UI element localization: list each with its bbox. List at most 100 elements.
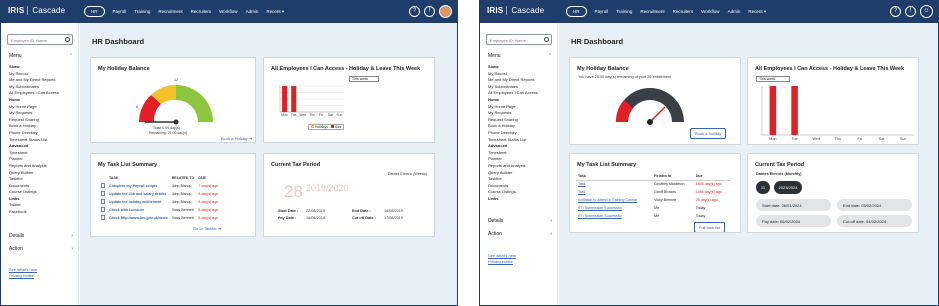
privacy-link[interactable]: Privacy notice (488, 259, 513, 265)
sidebar-item-phone-directory[interactable]: Phone Directory (9, 130, 75, 137)
sidebar-item-planner[interactable]: Planner (9, 156, 75, 163)
book-holiday-button[interactable]: Book a holiday (690, 128, 727, 139)
sidebar-item-course-listings[interactable]: Course Listings (488, 189, 554, 196)
nav-payroll[interactable]: Payroll (595, 9, 609, 14)
task-name[interactable]: Check http://www.bm.gov.uk/news (107, 214, 170, 222)
search-icon[interactable] (65, 37, 70, 42)
table-row[interactable]: RTI Submission Successful Me Today (576, 212, 730, 220)
task-name[interactable]: Complete my Payroll scripts (107, 182, 170, 190)
nav-recent[interactable]: Recent ▾ (748, 9, 766, 15)
tax-period-card: Current Tax Period Dantes Electric (Mont… (747, 153, 919, 233)
search-input[interactable]: Employee ID, Name (7, 34, 73, 45)
nav-hr[interactable]: HR (84, 6, 105, 17)
sidebar-item-my-record[interactable]: My Record (9, 71, 75, 78)
table-row[interactable]: Update the holiday entitlement John Bisho… (99, 198, 220, 206)
sidebar-item-timesheet[interactable]: Timesheet (9, 150, 75, 157)
nav-training[interactable]: Training (134, 9, 150, 14)
sidebar-item-taskflor[interactable]: Taskflor (9, 176, 75, 183)
full-task-list-button[interactable]: Full task list (694, 222, 725, 232)
sidebar-item-book-holiday[interactable]: Book a Holiday (9, 123, 75, 130)
details-section[interactable]: Details › (9, 233, 73, 239)
sidebar-item-query-builder[interactable]: Query Builder (9, 170, 75, 177)
nav-recruitment[interactable]: Recruitment (640, 9, 664, 14)
sidebar-item-direct-reports[interactable]: Me and My Direct Reports (488, 77, 554, 84)
nav-recent[interactable]: Recent ▾ (266, 9, 284, 15)
sidebar-item-home-page[interactable]: My Home Page (9, 104, 75, 111)
action-section[interactable]: Action › (9, 246, 73, 252)
notifications-icon[interactable]: ! (424, 6, 435, 17)
nav-admin[interactable]: Admin (246, 9, 259, 14)
table-row[interactable]: Check http://www.bm.gov.uk/news Vicky Ben… (99, 214, 220, 222)
nav-recruitment[interactable]: Recruitment (158, 9, 182, 14)
week-select[interactable]: This week (756, 76, 790, 82)
search-input[interactable]: Employee ID, Name (486, 34, 552, 45)
nav-workflow[interactable]: Workflow (701, 9, 719, 14)
task-related-to: Geoff Browns (654, 190, 676, 194)
sidebar-item-request-sharing[interactable]: Request Sharing (9, 117, 75, 124)
table-row[interactable]: Update the Job and salary details John Bi… (99, 190, 220, 198)
task-due: 8 day(s) ago (198, 192, 219, 196)
task-name[interactable]: Check with Lumsure (107, 206, 170, 214)
table-row[interactable]: Task Geoffrey Middleton 1456 day(s) ago (576, 180, 730, 188)
sidebar-item-book-holiday[interactable]: Book a Holiday (488, 123, 554, 130)
sidebar-item-requests[interactable]: My Requests (488, 110, 554, 117)
task-due: Today (695, 214, 706, 218)
avatar[interactable] (439, 5, 452, 18)
sidebar-item-twitter[interactable]: Twitter (9, 202, 75, 209)
sidebar-item-facebook[interactable]: Facebook (9, 209, 75, 216)
task-name[interactable]: Task (576, 180, 652, 188)
sidebar-item-timesheet-status[interactable]: Timesheet Status List (9, 137, 75, 144)
nav-hr[interactable]: HR (566, 6, 587, 17)
menu-header[interactable]: Menu ⌃ (488, 53, 552, 59)
go-to-taskflow-link[interactable]: Go to Taskfor ➜ (193, 226, 221, 231)
help-icon[interactable]: ? (409, 6, 420, 17)
sidebar-item-taskflor[interactable]: Taskflor (488, 176, 554, 183)
nav-admin[interactable]: Admin (728, 9, 741, 14)
task-name[interactable]: Invitation to Attend a Training Course (576, 196, 652, 204)
sidebar-item-documents[interactable]: Documents (488, 183, 554, 190)
table-row[interactable]: Complete my Payroll scripts John Bishop 7 … (99, 182, 220, 190)
task-name[interactable]: RTI Submission Successful (576, 212, 652, 220)
table-row[interactable]: Invitation to Attend a Training Course Vi… (576, 196, 730, 204)
sidebar-item-timesheet-status[interactable]: Timesheet Status List (488, 137, 554, 144)
details-section[interactable]: Details › (488, 218, 552, 224)
sidebar-item-subordinates[interactable]: My Subordinates (488, 84, 554, 91)
table-row[interactable]: RTI Submission Successful Me Today (576, 204, 730, 212)
sidebar-item-requests[interactable]: My Requests (9, 110, 75, 117)
sidebar-item-documents[interactable]: Documents (9, 183, 75, 190)
book-holiday-link[interactable]: Book a Holiday ➜ (221, 136, 252, 141)
week-select[interactable]: This week (349, 76, 379, 82)
user-icon[interactable]: ☺ (920, 5, 933, 18)
sidebar-item-subordinates[interactable]: My Subordinates (9, 84, 75, 91)
notifications-icon[interactable]: ! (905, 6, 916, 17)
sidebar-item-query-builder[interactable]: Query Builder (488, 170, 554, 177)
nav-workflow[interactable]: Workflow (219, 9, 237, 14)
nav-payroll[interactable]: Payroll (113, 9, 127, 14)
action-section[interactable]: Action › (488, 231, 552, 237)
task-name[interactable]: RTI Submission Successful (576, 204, 652, 212)
task-name[interactable]: Update the Job and salary details (107, 190, 170, 198)
table-row[interactable]: Check with Lumsure Vicky Bennett 8 day(s) … (99, 206, 220, 214)
sidebar-item-timesheet[interactable]: Timesheet (488, 150, 554, 157)
sidebar-item-direct-reports[interactable]: Me and My Direct Reports (9, 77, 75, 84)
privacy-link[interactable]: Privacy notice (9, 273, 34, 279)
task-name[interactable]: Task (576, 188, 652, 196)
sidebar-item-all-employees[interactable]: All Employees I Can Access (9, 90, 75, 97)
sidebar-item-my-record[interactable]: My Record (488, 71, 554, 78)
task-name[interactable]: Update the holiday entitlement (107, 198, 170, 206)
help-icon[interactable]: ? (890, 6, 901, 17)
table-row[interactable]: Task Geoff Browns 1456 day(s) ago (576, 188, 730, 196)
nav-training[interactable]: Training (616, 9, 632, 14)
nav-recruiters[interactable]: Recruiters (191, 9, 212, 14)
sidebar-item-phone-directory[interactable]: Phone Directory (488, 130, 554, 137)
sidebar-item-home-page[interactable]: My Home Page (488, 104, 554, 111)
search-icon[interactable] (544, 37, 549, 42)
sidebar-item-reports[interactable]: Reports and Analysis (9, 163, 75, 170)
sidebar-item-reports[interactable]: Reports and Analysis (488, 163, 554, 170)
sidebar-item-course-listings[interactable]: Course Listings (9, 189, 75, 196)
menu-header[interactable]: Menu ⌃ (9, 53, 73, 59)
sidebar-item-request-sharing[interactable]: Request Sharing (488, 117, 554, 124)
sidebar-item-all-employees[interactable]: All Employees I Can Access (488, 90, 554, 97)
sidebar-item-planner[interactable]: Planner (488, 156, 554, 163)
nav-recruiters[interactable]: Recruiters (673, 9, 694, 14)
